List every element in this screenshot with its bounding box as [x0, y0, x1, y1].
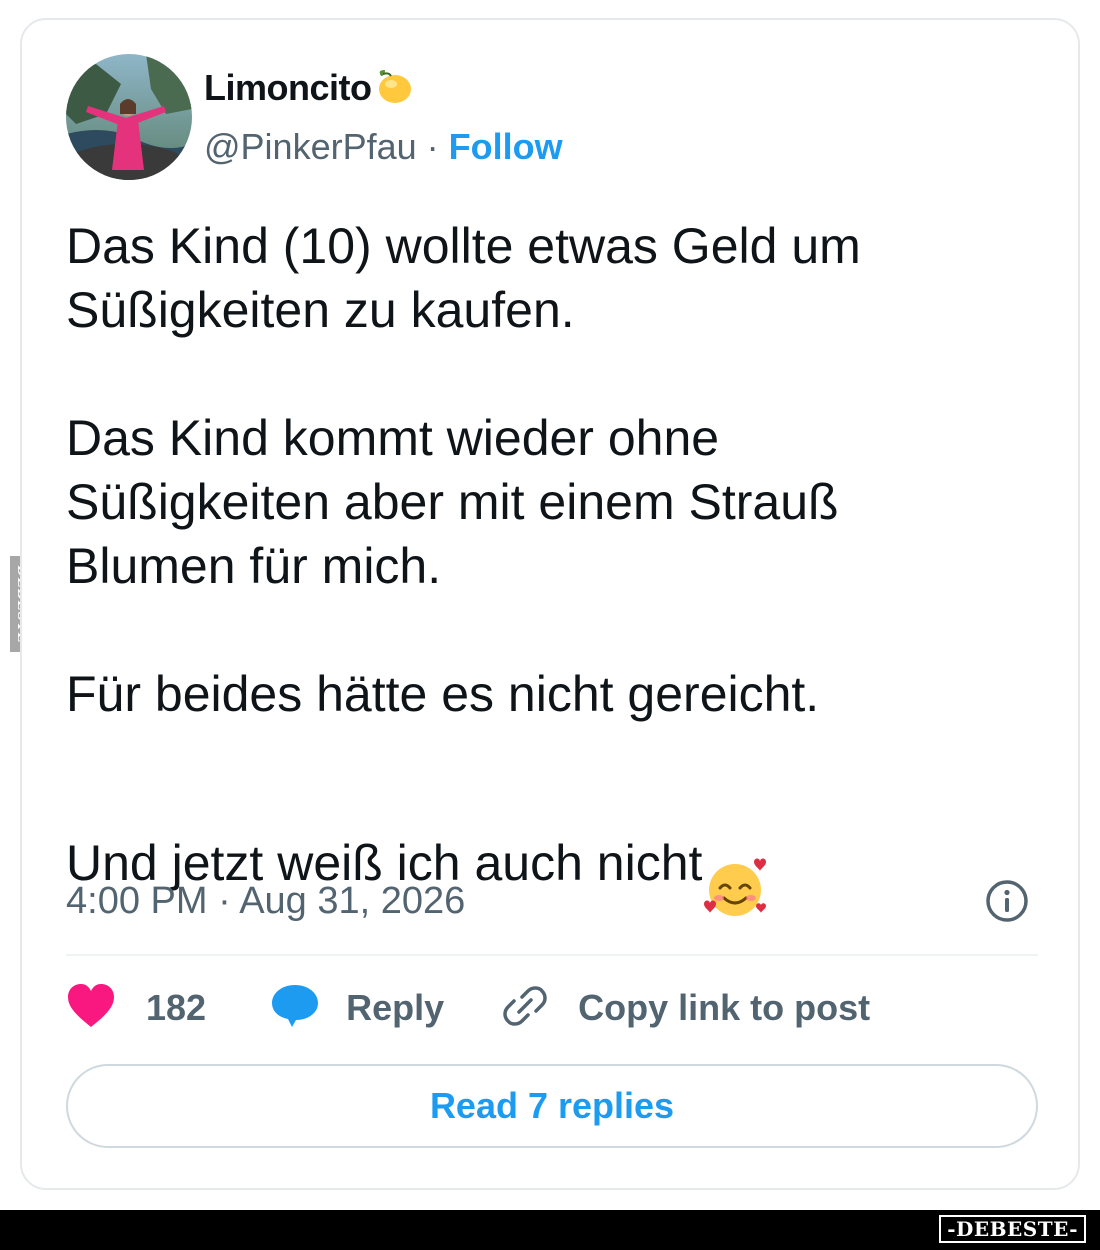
smiling-face-with-hearts-icon [702, 790, 768, 935]
action-bar: 182 Reply Copy link to post [66, 978, 870, 1038]
copy-link-button[interactable]: Copy link to post [502, 983, 870, 1034]
handle[interactable]: @PinkerPfau [204, 126, 417, 167]
tweet-paragraph: Das Kind kommt wieder ohne Süßigkeiten a… [66, 410, 839, 594]
tweet-paragraph: Für beides hätte es nicht gereicht. [66, 666, 820, 722]
speech-bubble-icon [270, 983, 320, 1034]
read-replies-button[interactable]: Read 7 replies [66, 1064, 1038, 1148]
tweet-text: Das Kind (10) wollte etwas Geld um Süßig… [66, 214, 1026, 935]
avatar[interactable] [66, 54, 192, 180]
embedded-tweet-card: Limoncito @PinkerPfau · Follow Das Kind … [20, 18, 1080, 1190]
reply-button[interactable]: Reply [270, 983, 444, 1034]
timestamp[interactable]: 4:00 PM · Aug 31, 2026 [66, 880, 465, 923]
copy-link-label: Copy link to post [578, 987, 871, 1028]
footer-bar: -DEBESTE- [0, 1210, 1100, 1250]
like-button[interactable]: 182 [66, 983, 206, 1034]
like-count: 182 [146, 987, 207, 1028]
tweet-paragraph: Das Kind (10) wollte etwas Geld um Süßig… [66, 218, 861, 338]
display-name[interactable]: Limoncito [204, 66, 413, 115]
page: DEBESTE Limoncito [0, 0, 1100, 1250]
divider [66, 954, 1038, 956]
follow-link[interactable]: Follow [449, 126, 563, 167]
lemon-icon [373, 66, 413, 115]
handle-row: @PinkerPfau · Follow [204, 126, 563, 168]
info-icon[interactable] [984, 878, 1030, 924]
reply-label: Reply [346, 987, 445, 1028]
footer-watermark-logo: -DEBESTE- [939, 1215, 1086, 1243]
heart-icon [66, 983, 116, 1034]
link-icon [502, 983, 548, 1034]
separator: · [416, 126, 449, 167]
